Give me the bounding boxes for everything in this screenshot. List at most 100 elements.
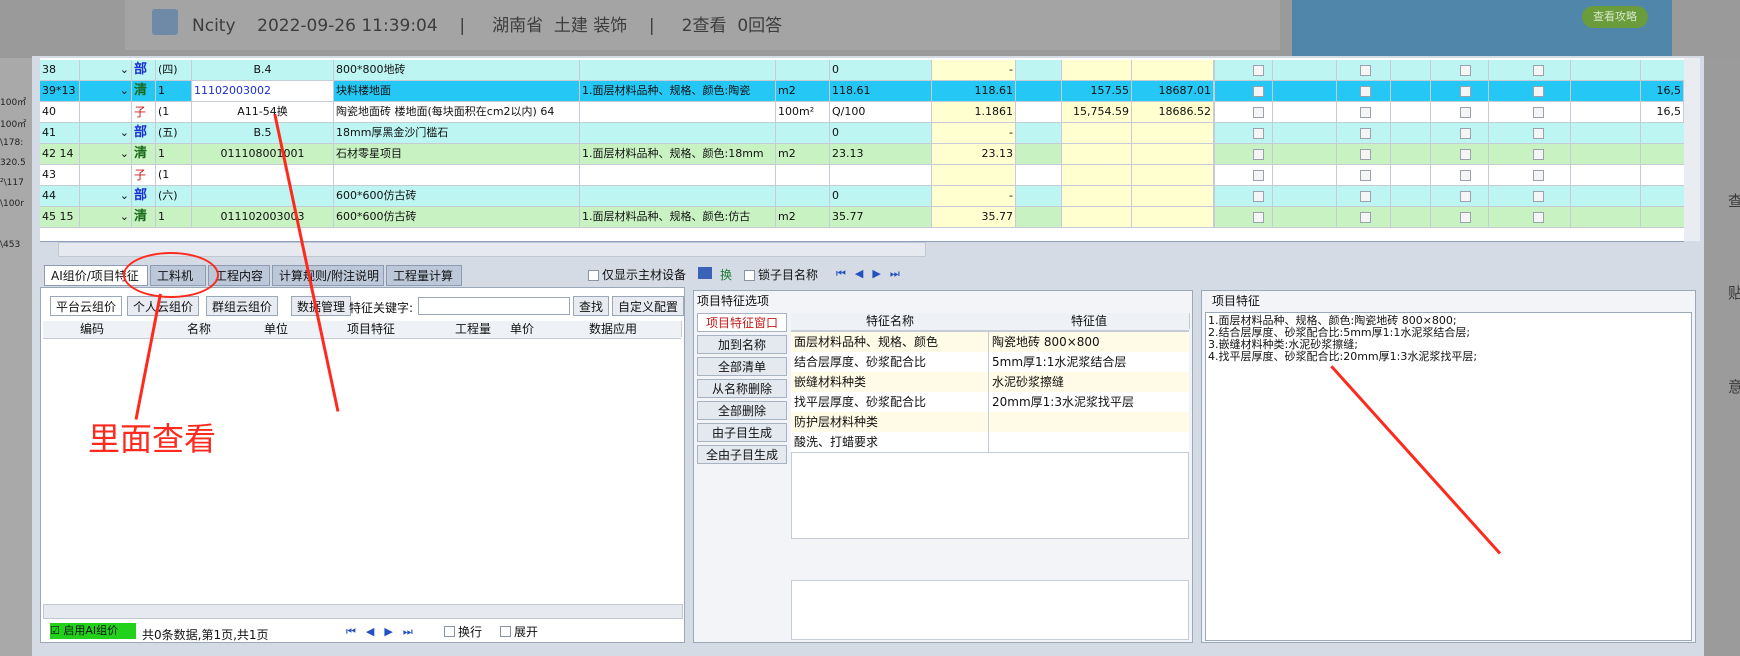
monitor-icon[interactable] — [698, 267, 712, 279]
feature-row[interactable]: 结合层厚度、砂浆配合比 5mm厚1:1水泥浆结合层 — [791, 352, 1189, 373]
all-list-button[interactable]: 全部清单 — [697, 357, 787, 376]
row-checkbox[interactable] — [1533, 65, 1544, 76]
tree-toggle-icon[interactable] — [80, 102, 132, 122]
grid-cell-unit[interactable]: m2 — [776, 81, 830, 101]
grid-cell-item-code[interactable]: B.5 — [192, 123, 334, 143]
grid-cell-name[interactable]: 800*800地砖 — [334, 60, 580, 80]
row-checkbox[interactable] — [1360, 191, 1371, 202]
feature-value-cell[interactable]: 水泥砂浆擦缝 — [989, 372, 1189, 392]
grid-cell[interactable] — [1016, 123, 1062, 143]
search-button[interactable]: 查找 — [573, 296, 610, 316]
tree-toggle-icon[interactable]: ⌄ — [80, 144, 132, 164]
row-checkbox[interactable] — [1533, 107, 1544, 118]
grid-cell-qty2[interactable]: - — [932, 60, 1016, 80]
feature-value-cell[interactable] — [989, 432, 1189, 452]
row-checkbox[interactable] — [1253, 170, 1264, 181]
grid-cell[interactable] — [1016, 81, 1062, 101]
grid-cell-unit[interactable]: 100m² — [776, 102, 830, 122]
grid-cell-item-code[interactable] — [192, 186, 334, 206]
row-checkbox[interactable] — [1460, 212, 1471, 223]
side-char-3[interactable]: 意 — [1728, 376, 1740, 397]
grid-cell-item-code[interactable]: 011102003003 — [192, 207, 334, 227]
grid-cell[interactable] — [1016, 207, 1062, 227]
grid-cell[interactable] — [1016, 144, 1062, 164]
grid-cell-unit[interactable] — [776, 60, 830, 80]
row-checkbox[interactable] — [1460, 128, 1471, 139]
row-checkbox[interactable] — [1533, 191, 1544, 202]
tab-calc-rules[interactable]: 计算规则/附注说明 — [272, 265, 384, 286]
row-checkbox[interactable] — [1460, 170, 1471, 181]
row-checkbox[interactable] — [1360, 212, 1371, 223]
row-type[interactable]: 清 — [132, 144, 156, 164]
grid-cell-feature[interactable] — [580, 60, 776, 80]
grid-cell-name[interactable]: 600*600仿古砖 — [334, 186, 580, 206]
row-type[interactable]: 部 — [132, 123, 156, 143]
grid-cell-idx[interactable]: 39*13 — [40, 81, 80, 101]
tab-quantity-calc[interactable]: 工程量计算 — [386, 265, 462, 286]
row-checkbox[interactable] — [1360, 107, 1371, 118]
author-name[interactable]: Ncity — [192, 16, 236, 36]
row-checkbox[interactable] — [1460, 149, 1471, 160]
bill-grid[interactable]: 38 ⌄ 部 (四) B.4 800*800地砖 0-39*13 ⌄ 清 1 11102003002… — [40, 58, 1684, 242]
row-type[interactable]: 子 — [132, 102, 156, 122]
grid-cell-qty[interactable]: Q/100 — [830, 102, 932, 122]
grid-cell-idx[interactable]: 45 15 — [40, 207, 80, 227]
grid-cell-idx[interactable]: 44 — [40, 186, 80, 206]
grid-cell-idx[interactable]: 40 — [40, 102, 80, 122]
feature-window-button[interactable]: 项目特征窗口 — [697, 313, 787, 332]
side-char-2[interactable]: 贴 — [1728, 282, 1740, 303]
record-nav[interactable]: ⏮◀▶⏭ — [836, 267, 909, 281]
grid-cell-idx[interactable]: 38 — [40, 60, 80, 80]
keyword-input[interactable] — [418, 297, 570, 315]
grid-cell-price[interactable] — [1062, 60, 1132, 80]
grid-cell-qty2[interactable] — [932, 165, 1016, 185]
row-type[interactable]: 部 — [132, 60, 156, 80]
grid-cell-price[interactable]: 157.55 — [1062, 81, 1132, 101]
grid-cell-total[interactable] — [1132, 60, 1214, 80]
grid-cell-far-right[interactable]: 16,5 — [1640, 81, 1684, 101]
row-checkbox[interactable] — [1253, 107, 1264, 118]
grid-cell-unit[interactable]: m2 — [776, 207, 830, 227]
row-checkbox[interactable] — [1360, 65, 1371, 76]
grid-cell-unit[interactable] — [776, 165, 830, 185]
feature-value-cell[interactable]: 陶瓷地砖 800×800 — [989, 332, 1189, 352]
grid-cell-feature[interactable] — [580, 186, 776, 206]
row-checkbox[interactable] — [1253, 128, 1264, 139]
row-checkbox[interactable] — [1533, 128, 1544, 139]
tree-toggle-icon[interactable]: ⌄ — [80, 123, 132, 143]
grid-cell-price[interactable] — [1062, 186, 1132, 206]
tree-toggle-icon[interactable]: ⌄ — [80, 60, 132, 80]
grid-cell-total[interactable] — [1132, 165, 1214, 185]
grid-cell-item-code[interactable] — [192, 165, 334, 185]
row-checkbox[interactable] — [1533, 149, 1544, 160]
grid-cell-feature[interactable]: 1.面层材料品种、规格、颜色:陶瓷 — [580, 81, 776, 101]
side-char-1[interactable]: 查 — [1728, 190, 1740, 211]
grid-cell[interactable] — [1016, 165, 1062, 185]
page-nav[interactable]: ⏮◀▶⏭ — [346, 625, 423, 639]
grid-cell-item-code[interactable]: 011108001001 — [192, 144, 334, 164]
feature-row[interactable]: 面层材料品种、规格、颜色 陶瓷地砖 800×800 — [791, 332, 1189, 353]
tree-toggle-icon[interactable]: ⌄ — [80, 81, 132, 101]
grid-cell-price[interactable] — [1062, 123, 1132, 143]
grid-cell-total[interactable] — [1132, 186, 1214, 206]
grid-cell-feature[interactable] — [580, 165, 776, 185]
grid-cell-feature[interactable] — [580, 123, 776, 143]
grid-cell-unit[interactable]: m2 — [776, 144, 830, 164]
row-type[interactable]: 部 — [132, 186, 156, 206]
grid-cell-name[interactable]: 600*600仿古砖 — [334, 207, 580, 227]
grid-cell-name-short[interactable]: 1 — [156, 207, 192, 227]
wrap-checkbox[interactable] — [444, 626, 455, 637]
grid-cell-idx[interactable]: 42 14 — [40, 144, 80, 164]
table-row[interactable]: 40 子 (1 A11-54换 陶瓷地面砖 楼地面(每块面积在cm2以内) 64 100m… — [40, 102, 1684, 123]
grid-cell-far-right[interactable]: 16,5 — [1640, 102, 1684, 122]
row-checkbox[interactable] — [1253, 86, 1264, 97]
grid-cell-name[interactable]: 石材零星项目 — [334, 144, 580, 164]
grid-cell-unit[interactable] — [776, 186, 830, 206]
row-checkbox[interactable] — [1253, 149, 1264, 160]
feature-value-cell[interactable]: 20mm厚1:3水泥浆找平层 — [989, 392, 1189, 412]
grid-cell-name[interactable]: 陶瓷地面砖 楼地面(每块面积在cm2以内) 64 — [334, 102, 580, 122]
table-row[interactable]: 45 15 ⌄ 清 1 011102003003 600*600仿古砖 1.面层材料品种、规… — [40, 207, 1684, 228]
subtab-personal[interactable]: 个人云组价 — [127, 296, 200, 316]
feature-row[interactable]: 嵌缝材料种类 水泥砂浆擦缝 — [791, 372, 1189, 393]
custom-config-button[interactable]: 自定义配置 — [612, 296, 685, 316]
